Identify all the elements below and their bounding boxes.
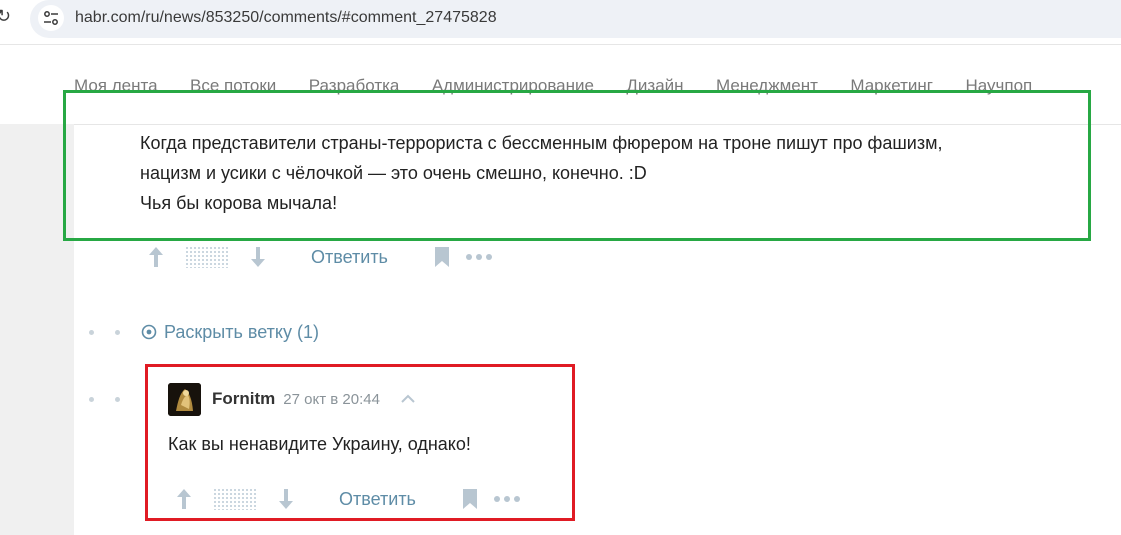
reply-button[interactable]: Ответить	[311, 247, 388, 268]
expand-branch-button[interactable]: Раскрыть ветку (1)	[141, 319, 319, 345]
highlight-box-red	[145, 364, 575, 521]
thread-level-dot	[89, 397, 94, 402]
more-options-icon[interactable]	[465, 254, 492, 260]
divider	[0, 44, 1121, 45]
comment-actions: Ответить	[147, 242, 492, 272]
bookmark-icon[interactable]	[434, 246, 450, 268]
dot	[465, 254, 472, 260]
dot	[475, 254, 482, 260]
downvote-icon[interactable]	[249, 245, 267, 269]
address-bar[interactable]: habr.com/ru/news/853250/comments/#commen…	[30, 0, 1121, 38]
dot	[485, 254, 492, 260]
thread-level-dot	[115, 330, 120, 335]
score-placeholder	[185, 246, 229, 268]
highlight-box-green	[63, 90, 1091, 241]
url-text[interactable]: habr.com/ru/news/853250/comments/#commen…	[75, 8, 497, 28]
expand-circle-icon	[141, 324, 157, 340]
expand-branch-label: Раскрыть ветку (1)	[164, 321, 319, 342]
thread-level-dot	[115, 397, 120, 402]
upvote-icon[interactable]	[147, 245, 165, 269]
browser-toolbar: ↻ habr.com/ru/news/853250/comments/#comm…	[0, 0, 1121, 40]
site-settings-icon[interactable]	[38, 5, 64, 31]
reload-icon[interactable]: ↻	[0, 6, 11, 26]
thread-level-dot	[89, 330, 94, 335]
